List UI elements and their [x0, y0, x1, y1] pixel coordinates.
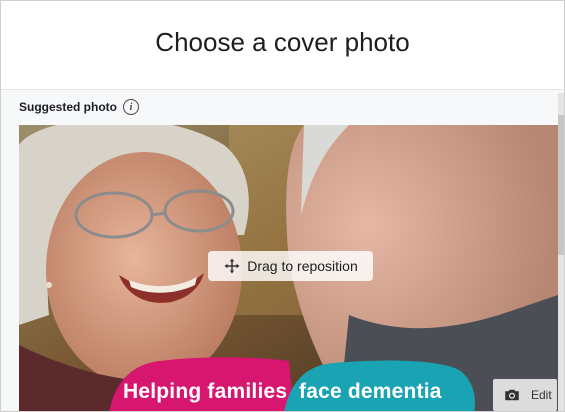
suggested-photo-label: Suggested photo i [19, 99, 139, 115]
scrollbar[interactable] [558, 93, 564, 411]
drag-to-reposition-button[interactable]: Drag to reposition [208, 251, 373, 281]
cover-photo-preview[interactable]: Helping families face dementia Drag to r… [19, 125, 558, 411]
edit-photo-label: Edit [531, 388, 552, 402]
cover-photo-dialog: Choose a cover photo Suggested photo i H… [0, 0, 565, 412]
banner-left-text: Helping families [123, 380, 288, 403]
edit-photo-button[interactable]: Edit [493, 379, 557, 411]
drag-to-reposition-label: Drag to reposition [247, 258, 358, 274]
banner-right-text: face dementia [299, 380, 442, 403]
dialog-title: Choose a cover photo [155, 26, 410, 57]
suggested-photo-text: Suggested photo [19, 100, 117, 114]
scrollbar-thumb[interactable] [558, 115, 564, 255]
move-arrows-icon [224, 258, 240, 274]
camera-icon [505, 389, 519, 401]
info-icon[interactable]: i [123, 99, 139, 115]
dialog-header: Choose a cover photo [1, 1, 564, 90]
